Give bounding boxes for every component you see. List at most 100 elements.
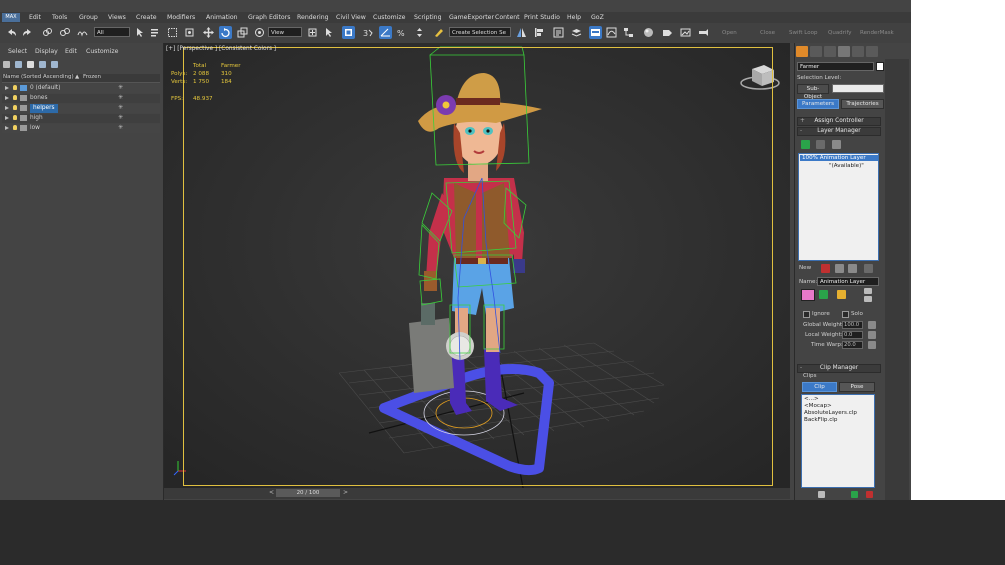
align-icon[interactable]: [533, 26, 546, 39]
layer-row[interactable]: high ✳: [2, 114, 160, 123]
menu-customize[interactable]: Customize: [373, 14, 405, 21]
move-layer-down-icon[interactable]: [864, 296, 872, 302]
prev-frame-arrow[interactable]: <: [269, 489, 274, 496]
bulb-icon[interactable]: [13, 125, 17, 130]
available-layer-item[interactable]: "(Available)": [829, 163, 864, 169]
time-slider[interactable]: 20 / 100: [276, 489, 340, 497]
object-color-swatch[interactable]: [876, 62, 884, 71]
quadrify-label[interactable]: Quadrify: [828, 30, 852, 36]
layer-row[interactable]: helpers ✳: [2, 104, 160, 113]
clip-manager-rollout[interactable]: - Clip Manager: [797, 364, 881, 373]
load-clip-icon[interactable]: [851, 491, 858, 498]
time-slider-bar[interactable]: [164, 488, 790, 499]
select-object-icon[interactable]: [134, 26, 147, 39]
menu-print-studio[interactable]: Print Studio: [524, 14, 560, 21]
clip-item[interactable]: AbsoluteLayers.clp: [804, 410, 857, 416]
plus-icon[interactable]: [27, 61, 34, 68]
hierarchy-tab-icon[interactable]: [824, 46, 836, 57]
rendermask-label[interactable]: RenderMask: [860, 30, 894, 36]
utilities-tab-icon[interactable]: [866, 46, 878, 57]
explorer-menu-customize[interactable]: Customize: [86, 48, 118, 55]
mirror-icon[interactable]: [515, 26, 528, 39]
select-manipulate-icon[interactable]: [323, 26, 336, 39]
object-name-field[interactable]: Farmer: [797, 62, 874, 71]
freeze-icon[interactable]: ✳: [118, 125, 124, 131]
toggle-ribbon-icon[interactable]: [589, 26, 602, 39]
sub-object-button[interactable]: Sub-Object: [797, 84, 829, 100]
pose-tab[interactable]: Pose: [839, 382, 875, 392]
menu-group[interactable]: Group: [79, 14, 98, 21]
material-editor-icon[interactable]: [642, 26, 655, 39]
select-layer-icon[interactable]: [51, 61, 58, 68]
curve-editor-icon[interactable]: [605, 26, 618, 39]
pivot-center-icon[interactable]: [306, 26, 319, 39]
rendered-frame-window-icon[interactable]: [679, 26, 692, 39]
schematic-view-icon[interactable]: [622, 26, 635, 39]
redo-icon[interactable]: [21, 26, 34, 39]
local-weight-spinner[interactable]: 0.0: [842, 331, 863, 339]
explorer-menu-edit[interactable]: Edit: [65, 48, 77, 55]
trajectories-tab[interactable]: Trajectories: [841, 99, 884, 109]
snaps-toggle-icon[interactable]: 3: [362, 26, 375, 39]
motion-tab-icon[interactable]: [838, 46, 850, 57]
save-clip-icon[interactable]: [818, 491, 825, 498]
time-warp-key-icon[interactable]: [868, 341, 876, 349]
move-icon[interactable]: [202, 26, 215, 39]
place-icon[interactable]: [253, 26, 266, 39]
bulb-icon[interactable]: [13, 95, 17, 100]
clip-item[interactable]: BackFlip.clp: [804, 417, 837, 423]
modify-tab-icon[interactable]: [810, 46, 822, 57]
render-setup-icon[interactable]: [661, 26, 674, 39]
frozen-column-header[interactable]: Frozen: [83, 74, 101, 80]
clip-list[interactable]: <...> <Mocap> AbsoluteLayers.clp BackFli…: [801, 394, 875, 488]
add-to-layer-icon[interactable]: [39, 61, 46, 68]
render-production-icon[interactable]: [697, 26, 710, 39]
reference-coordinate-dropdown[interactable]: View: [268, 27, 302, 37]
delete-layer-icon[interactable]: [821, 264, 830, 273]
selection-filter-dropdown[interactable]: All: [94, 27, 130, 37]
menu-edit[interactable]: Edit: [29, 14, 41, 21]
delete-clip-icon[interactable]: [866, 491, 873, 498]
new-layer-label[interactable]: New: [799, 265, 811, 271]
toggle-layer-explorer-icon[interactable]: [570, 26, 583, 39]
window-crossing-icon[interactable]: [183, 26, 196, 39]
solo-checkbox[interactable]: [842, 311, 849, 318]
unlink-icon[interactable]: [58, 26, 71, 39]
lock-icon[interactable]: [3, 61, 10, 68]
bulb-icon[interactable]: [13, 115, 17, 120]
menu-gameexporter[interactable]: GameExporter: [449, 14, 494, 21]
assign-controller-rollout[interactable]: + Assign Controller: [797, 117, 881, 126]
menu-animation[interactable]: Animation: [206, 14, 238, 21]
explorer-column-header[interactable]: Name (Sorted Ascending) ▲ Frozen: [2, 74, 160, 83]
expand-arrow-icon[interactable]: [5, 106, 9, 110]
toggle-scene-explorer-icon[interactable]: [552, 26, 565, 39]
freeze-icon[interactable]: ✳: [118, 105, 124, 111]
ignore-checkbox[interactable]: [803, 311, 810, 318]
named-selection-sets-dropdown[interactable]: Create Selection Se: [449, 27, 511, 37]
sort-arrow-icon[interactable]: ▲: [75, 74, 79, 80]
bind-spacewarp-icon[interactable]: [76, 26, 89, 39]
layer-add-icon[interactable]: [15, 61, 22, 68]
freeze-icon[interactable]: ✳: [118, 115, 124, 121]
undo-icon[interactable]: [5, 26, 18, 39]
menu-goz[interactable]: GoZ: [591, 14, 604, 21]
freeze-icon[interactable]: ✳: [118, 95, 124, 101]
sub-object-dropdown[interactable]: [832, 84, 884, 93]
explorer-menu-display[interactable]: Display: [35, 48, 58, 55]
layer-row[interactable]: low ✳: [2, 124, 160, 133]
local-weight-key-icon[interactable]: [868, 331, 876, 339]
scale-icon[interactable]: [236, 26, 249, 39]
freeze-icon[interactable]: ✳: [118, 85, 124, 91]
clip-item[interactable]: <...>: [804, 396, 819, 402]
menu-rendering[interactable]: Rendering: [297, 14, 329, 21]
next-frame-arrow[interactable]: >: [343, 489, 348, 496]
expand-arrow-icon[interactable]: [5, 96, 9, 100]
name-column-header[interactable]: Name (Sorted Ascending): [3, 74, 74, 80]
animation-layer-item[interactable]: 100% Animation Layer: [800, 155, 878, 161]
expand-arrow-icon[interactable]: [5, 126, 9, 130]
time-warp-spinner[interactable]: 20.0: [842, 341, 863, 349]
collapse-layer-icon[interactable]: [816, 140, 825, 149]
explorer-menu-select[interactable]: Select: [8, 48, 27, 55]
move-layer-up-icon[interactable]: [864, 288, 872, 294]
menu-help[interactable]: Help: [567, 14, 581, 21]
